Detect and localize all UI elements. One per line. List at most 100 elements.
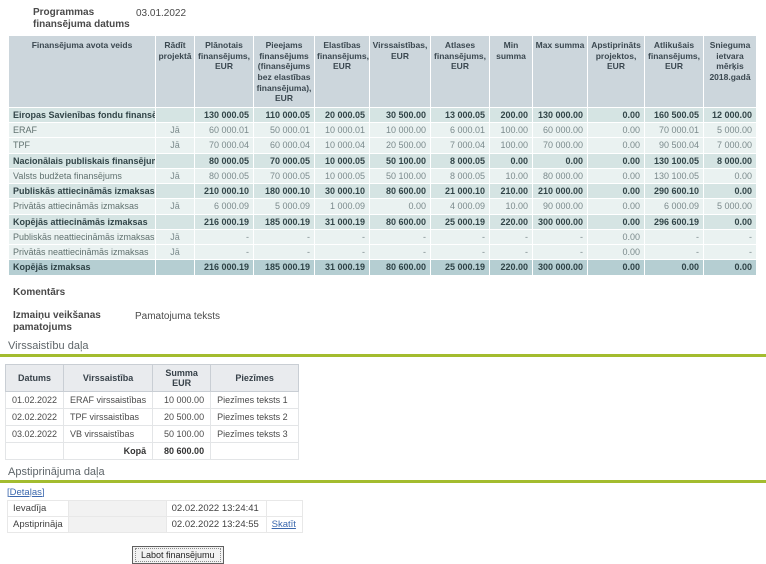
program-date-block: Programmas finansējuma datums 03.01.2022 xyxy=(0,0,766,30)
finance-row: Privātās attiecināmās izmaksasJā6 000.09… xyxy=(9,199,756,213)
reason-value: Pamatojuma teksts xyxy=(135,310,220,334)
finance-column-header: Atlases finansējums, EUR xyxy=(431,36,489,107)
finance-row: Kopējās attiecināmās izmaksas216 000.191… xyxy=(9,215,756,229)
finance-row: Valsts budžeta finansējumsJā80 000.0570 … xyxy=(9,169,756,183)
finance-row-value: - xyxy=(370,245,430,259)
finance-row-value: 185 000.19 xyxy=(254,215,314,229)
finance-row-value: 80 000.05 xyxy=(195,154,253,168)
finance-row-value: 8 000.05 xyxy=(431,169,489,183)
commitment-amount: 10 000.00 xyxy=(153,391,211,408)
finance-table-header-row: Finansējuma avota veidsRādīt projektāPlā… xyxy=(9,36,756,107)
finance-row-value: - xyxy=(645,230,703,244)
finance-row-value: 8 000.05 xyxy=(431,154,489,168)
finance-row-show-in-project: Jā xyxy=(156,245,194,259)
finance-row-value: 70 000.05 xyxy=(254,154,314,168)
finance-row-value: 185 000.19 xyxy=(254,260,314,274)
approval-user-cell xyxy=(68,516,166,532)
finance-row-value: 296 600.19 xyxy=(645,215,703,229)
empty-cell xyxy=(211,442,299,459)
finance-row-value: - xyxy=(533,230,587,244)
finance-row-show-in-project xyxy=(156,184,194,198)
view-link[interactable]: Skatīt xyxy=(272,519,296,530)
finance-row-value: 70 000.05 xyxy=(254,169,314,183)
finance-row-value: 80 600.00 xyxy=(370,184,430,198)
finance-row-value: 0.00 xyxy=(490,154,532,168)
finance-column-header: Virssaistības, EUR xyxy=(370,36,430,107)
commitments-column-header: Piezīmes xyxy=(211,364,299,391)
finance-row-value: 10 000.01 xyxy=(315,123,369,137)
finance-row-value: 300 000.00 xyxy=(533,260,587,274)
finance-row-value: 5 000.00 xyxy=(704,199,756,213)
finance-row-value: 12 000.00 xyxy=(704,108,756,122)
finance-row-value: 80 000.05 xyxy=(195,169,253,183)
finance-row-label: Valsts budžeta finansējums xyxy=(9,169,155,183)
finance-row-value: 31 000.19 xyxy=(315,215,369,229)
finance-column-header: Atlikušais finansējums, EUR xyxy=(645,36,703,107)
finance-row-value: 6 000.01 xyxy=(431,123,489,137)
finance-row-value: 130 000.05 xyxy=(195,108,253,122)
finance-row-value: 130 100.05 xyxy=(645,169,703,183)
actions-row: Labot finansējumu xyxy=(132,546,766,564)
finance-row: TPFJā70 000.0460 000.0410 000.0420 500.0… xyxy=(9,138,756,152)
commitments-column-header: Datums xyxy=(6,364,64,391)
approval-timestamp: 02.02.2022 13:24:55 xyxy=(166,516,266,532)
finance-row-value: - xyxy=(490,245,532,259)
details-link[interactable]: [Detaļas] xyxy=(7,487,45,498)
approval-row-label: Ievadīja xyxy=(8,500,69,516)
commitment-date: 03.02.2022 xyxy=(6,425,64,442)
finance-row-value: 0.00 xyxy=(588,138,644,152)
finance-row-value: 60 000.01 xyxy=(195,123,253,137)
commitments-total-value: 80 600.00 xyxy=(153,442,211,459)
finance-row-value: 200.00 xyxy=(490,108,532,122)
finance-row-value: 90 000.00 xyxy=(533,199,587,213)
finance-row-show-in-project xyxy=(156,215,194,229)
commitment-date: 01.02.2022 xyxy=(6,391,64,408)
finance-row-value: 5 000.09 xyxy=(254,199,314,213)
finance-row-value: 25 000.19 xyxy=(431,215,489,229)
commitment-amount: 20 500.00 xyxy=(153,408,211,425)
reason-label: Izmaiņu veikšanas pamatojums xyxy=(13,310,133,334)
finance-column-header: Min summa xyxy=(490,36,532,107)
finance-column-header: Elastības finansējums, EUR xyxy=(315,36,369,107)
commitments-column-header: Summa EUR xyxy=(153,364,211,391)
edit-financing-button[interactable]: Labot finansējumu xyxy=(132,546,224,564)
commitment-name: VB virssaistības xyxy=(64,425,153,442)
finance-row-label: Nacionālais publiskais finansējums xyxy=(9,154,155,168)
finance-row-value: 4 000.09 xyxy=(431,199,489,213)
finance-column-header: Apstiprināts projektos, EUR xyxy=(588,36,644,107)
commitment-note: Piezīmes teksts 1 xyxy=(211,391,299,408)
finance-column-header: Finansējuma avota veids xyxy=(9,36,155,107)
finance-row: ERAFJā60 000.0150 000.0110 000.0110 000.… xyxy=(9,123,756,137)
finance-row: Eiropas Savienības fondu finansējums130 … xyxy=(9,108,756,122)
finance-row-value: 10 000.04 xyxy=(315,138,369,152)
finance-row-value: - xyxy=(195,230,253,244)
finance-row-value: 216 000.19 xyxy=(195,215,253,229)
commitment-amount: 50 100.00 xyxy=(153,425,211,442)
finance-row-label: Privātās neattiecināmās izmaksas xyxy=(9,245,155,259)
approval-row-label: Apstiprināja xyxy=(8,516,69,532)
finance-row-value: - xyxy=(490,230,532,244)
finance-row-value: - xyxy=(254,230,314,244)
approval-row: Apstiprināja 02.02.2022 13:24:55 Skatīt xyxy=(8,516,303,532)
finance-column-header: Plānotais finansējums, EUR xyxy=(195,36,253,107)
finance-row-value: 210 000.00 xyxy=(533,184,587,198)
commitment-note: Piezīmes teksts 3 xyxy=(211,425,299,442)
commitment-date: 02.02.2022 xyxy=(6,408,64,425)
finance-row-value: 100.00 xyxy=(490,138,532,152)
finance-table: Finansējuma avota veidsRādīt projektāPlā… xyxy=(8,35,757,276)
finance-row-value: 100.00 xyxy=(490,123,532,137)
comment-label: Komentārs xyxy=(13,287,133,299)
commitment-name: ERAF virssaistības xyxy=(64,391,153,408)
approval-table: Ievadīja02.02.2022 13:24:41Apstiprināja0… xyxy=(7,500,303,533)
commitments-row: 03.02.2022VB virssaistības50 100.00Piezī… xyxy=(6,425,299,442)
finance-row-value: - xyxy=(431,245,489,259)
finance-row-show-in-project: Jā xyxy=(156,123,194,137)
finance-row-value: - xyxy=(315,230,369,244)
comment-row: Komentārs xyxy=(13,287,766,299)
finance-row-label: Publiskās attiecināmās izmaksas xyxy=(9,184,155,198)
program-date-value: 03.01.2022 xyxy=(136,7,186,30)
finance-row-value: 80 000.00 xyxy=(533,169,587,183)
finance-row-value: 50 000.01 xyxy=(254,123,314,137)
finance-row-value: 60 000.00 xyxy=(533,123,587,137)
finance-row-value: 0.00 xyxy=(588,215,644,229)
